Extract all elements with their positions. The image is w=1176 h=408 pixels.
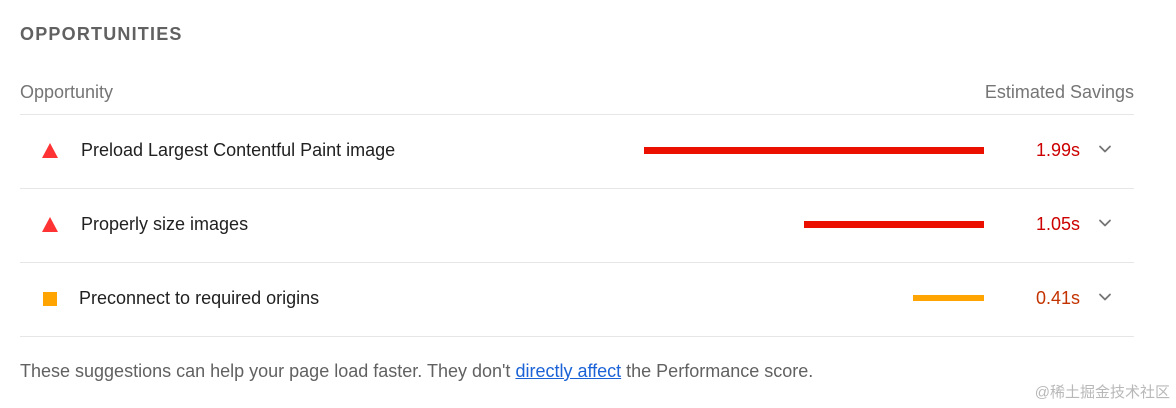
footer-text-before: These suggestions can help your page loa… [20, 361, 516, 381]
section-title: OPPORTUNITIES [20, 24, 183, 44]
chevron-down-icon[interactable] [1097, 141, 1113, 157]
footer-note: These suggestions can help your page loa… [20, 361, 813, 382]
opportunity-row-preconnect[interactable]: Preconnect to required origins 0.41s [20, 263, 1134, 337]
header-estimated-savings: Estimated Savings [984, 82, 1134, 102]
chevron-down-icon[interactable] [1097, 289, 1113, 305]
opportunities-list: Preload Largest Contentful Paint image 1… [20, 115, 1134, 337]
savings-value: 1.05s [1035, 214, 1080, 234]
directly-affect-link[interactable]: directly affect [515, 361, 621, 381]
opportunity-row-properly-size-images[interactable]: Properly size images 1.05s [20, 189, 1134, 263]
watermark: @稀土掘金技术社区 [1034, 384, 1170, 401]
opportunity-label: Properly size images [81, 214, 249, 234]
savings-bar-track [644, 295, 984, 302]
header-opportunity: Opportunity [20, 82, 114, 102]
opportunity-label: Preload Largest Contentful Paint image [81, 140, 396, 160]
fail-triangle-icon [42, 143, 58, 158]
opportunity-row-preload-lcp[interactable]: Preload Largest Contentful Paint image 1… [20, 115, 1134, 189]
savings-bar-track [644, 221, 984, 228]
savings-value: 1.99s [1035, 140, 1080, 160]
average-square-icon [43, 292, 57, 306]
footer-text-after: the Performance score. [621, 361, 814, 381]
savings-bar [912, 295, 984, 301]
chevron-down-icon[interactable] [1097, 215, 1113, 231]
savings-bar [644, 147, 984, 154]
opportunity-label: Preconnect to required origins [79, 288, 320, 308]
savings-value: 0.41s [1035, 288, 1080, 308]
savings-bar [803, 221, 984, 228]
table-header: Opportunity Estimated Savings [20, 70, 1134, 115]
savings-bar-track [644, 147, 984, 154]
fail-triangle-icon [42, 217, 58, 232]
